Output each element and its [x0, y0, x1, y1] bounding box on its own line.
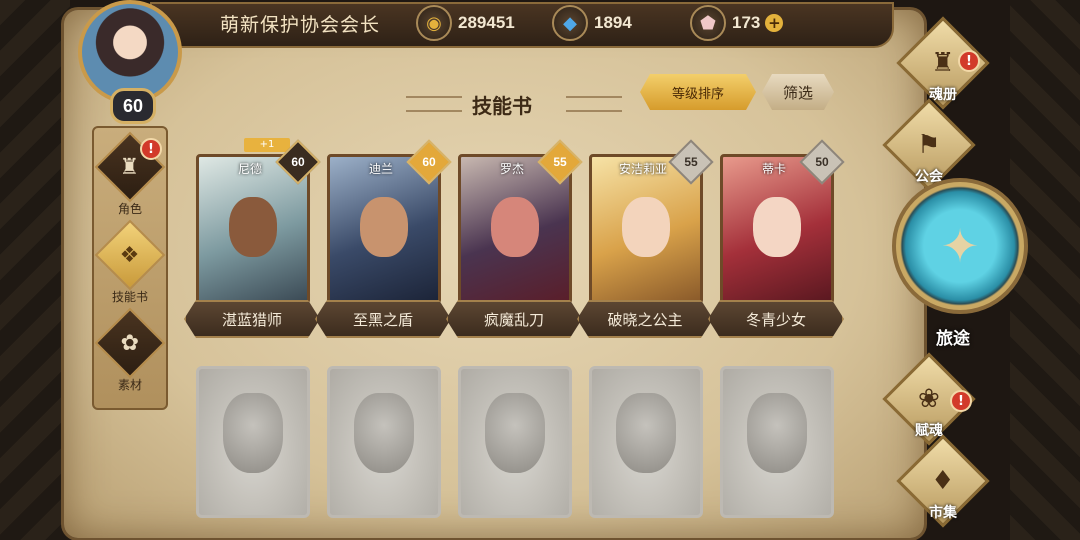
skill-name: 冬青少女	[708, 300, 844, 338]
hero-level: 50	[815, 155, 829, 169]
skill-name: 破晓之公主	[577, 300, 713, 338]
skill-card[interactable]: 罗杰 55 疯魔乱刀	[452, 139, 583, 340]
crystal-resource: ◆ 1894	[552, 5, 632, 41]
skill-card[interactable]: 安洁莉亚 55 破晓之公主	[583, 139, 714, 340]
skillbook-icon: ❖	[94, 219, 166, 291]
sort-by-level-button[interactable]: 等级排序	[640, 74, 756, 110]
locked-hero-silhouette	[616, 393, 676, 473]
player-name: 萌新保护协会会长	[220, 14, 381, 36]
journey-compass-icon: ✦	[892, 178, 1028, 314]
nav-item-skillbook[interactable]: ❖ 技能书	[94, 219, 166, 304]
nav-label-soul-book: 魂册	[929, 87, 957, 103]
hero-face	[622, 197, 670, 257]
player-level-badge: 60	[110, 88, 156, 124]
gem-icon: ⬟	[690, 5, 726, 41]
nav-market[interactable]: ♦ 市集	[888, 434, 998, 528]
hero-level: 60	[291, 155, 305, 169]
gold-value: 289451	[458, 13, 515, 32]
hero-level: 55	[684, 155, 698, 169]
page-title: 技能书	[472, 94, 532, 118]
gold-resource: ◉ 289451	[416, 5, 515, 41]
gold-coin-icon: ◉	[416, 5, 452, 41]
locked-hero-silhouette	[747, 393, 807, 473]
crystal-value: 1894	[594, 13, 632, 32]
hero-face	[491, 197, 539, 257]
skill-name: 至黑之盾	[315, 300, 451, 338]
nav-soul-book[interactable]: ♜ 魂册 !	[888, 16, 998, 110]
skill-name: 湛蓝猎师	[184, 300, 320, 338]
alert-badge: !	[140, 138, 162, 160]
skill-name: 疯魔乱刀	[446, 300, 582, 338]
nav-label-materials: 素材	[117, 378, 142, 392]
nav-soul-infuse[interactable]: ❀ 赋魂 !	[874, 352, 984, 446]
nav-label-soul-infuse: 赋魂	[915, 423, 943, 439]
materials-icon: ✿	[94, 307, 166, 379]
alert-badge: !	[950, 390, 972, 412]
title-ornament-right	[566, 96, 622, 112]
locked-hero-silhouette	[354, 393, 414, 473]
crystal-icon: ◆	[552, 5, 588, 41]
journey-button[interactable]: ✦ 旅途	[892, 178, 1030, 349]
journey-label: 旅途	[936, 329, 970, 349]
nav-item-character[interactable]: ♜ 角色 !	[94, 131, 166, 216]
left-border-bg	[0, 0, 70, 540]
alert-badge: !	[958, 50, 980, 72]
nav-label-character: 角色	[117, 202, 142, 216]
nav-label-market: 市集	[929, 505, 957, 521]
nav-item-materials[interactable]: ✿ 素材	[94, 307, 166, 392]
locked-skill-card[interactable]	[458, 366, 572, 518]
gem-resource: ⬟ 173 +	[690, 5, 784, 41]
gem-value: 173	[732, 13, 761, 32]
locked-skill-card[interactable]	[196, 366, 310, 518]
skill-card[interactable]: 蒂卡 50 冬青少女	[714, 139, 845, 340]
locked-skill-card[interactable]	[327, 366, 441, 518]
locked-hero-silhouette	[223, 393, 283, 473]
skill-card[interactable]: +1 尼德 60 湛蓝猎师	[190, 138, 321, 340]
hero-face	[229, 197, 277, 257]
locked-skill-card[interactable]	[589, 366, 703, 518]
hero-face	[753, 197, 801, 257]
filter-button[interactable]: 筛选	[762, 74, 834, 110]
skill-card[interactable]: 迪兰 60 至黑之盾	[321, 139, 452, 340]
player-avatar-frame[interactable]: 60	[64, 0, 190, 124]
add-gem-button[interactable]: +	[765, 14, 784, 32]
hero-face	[360, 197, 408, 257]
locked-skill-card[interactable]	[720, 366, 834, 518]
hero-level: 60	[422, 155, 436, 169]
nav-label-skillbook: 技能书	[111, 290, 148, 304]
nav-guild[interactable]: ⚑ 公会	[874, 98, 984, 192]
left-nav: ♜ 角色 ! ❖ 技能书 ✿ 素材	[92, 126, 168, 410]
hero-level: 55	[553, 155, 567, 169]
locked-hero-silhouette	[485, 393, 545, 473]
title-ornament-left	[406, 96, 462, 112]
